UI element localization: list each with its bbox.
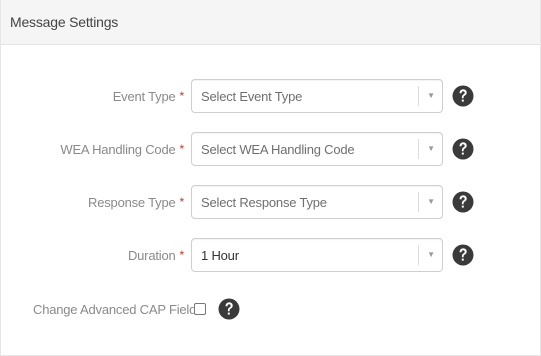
required-marker: *	[179, 195, 185, 209]
duration-row: Duration * 1 Hour ▼	[1, 238, 541, 272]
duration-label: Duration *	[128, 238, 184, 272]
event-type-label: Event Type *	[112, 79, 185, 113]
select-divider	[418, 139, 419, 159]
question-circle-icon[interactable]	[451, 83, 475, 109]
response-type-select-value: Select Response Type	[201, 194, 327, 210]
chevron-down-icon: ▼	[427, 250, 435, 259]
response-type-select[interactable]: Select Response Type ▼	[191, 185, 443, 219]
required-marker: *	[179, 142, 185, 156]
panel-title: Message Settings	[10, 14, 119, 30]
chevron-down-icon: ▼	[427, 144, 435, 153]
duration-select[interactable]: 1 Hour ▼	[191, 238, 443, 272]
select-divider	[418, 192, 419, 212]
advanced-cap-checkbox[interactable]	[194, 303, 206, 315]
event-type-select[interactable]: Select Event Type ▼	[191, 79, 443, 113]
question-circle-icon[interactable]	[451, 136, 475, 162]
event-type-label-text: Event Type	[112, 88, 176, 104]
response-type-row: Response Type * Select Response Type ▼	[1, 185, 541, 219]
chevron-down-icon: ▼	[427, 197, 435, 206]
select-divider	[418, 245, 419, 265]
required-marker: *	[179, 248, 185, 262]
event-type-select-value: Select Event Type	[201, 88, 303, 104]
select-divider	[418, 86, 419, 106]
message-settings-panel: Message Settings Event Type * Select Eve…	[0, 0, 541, 356]
response-type-label: Response Type *	[88, 185, 184, 219]
wea-handling-code-label-text: WEA Handling Code	[60, 141, 176, 157]
wea-handling-code-row: WEA Handling Code * Select WEA Handling …	[1, 132, 541, 166]
advanced-cap-row: Change Advanced CAP Fields	[1, 294, 541, 324]
required-marker: *	[179, 89, 185, 103]
question-circle-icon[interactable]	[451, 189, 475, 215]
response-type-label-text: Response Type	[88, 194, 176, 210]
question-circle-icon[interactable]	[451, 242, 475, 268]
chevron-down-icon: ▼	[427, 91, 435, 100]
question-circle-icon[interactable]	[217, 296, 241, 322]
wea-handling-code-select[interactable]: Select WEA Handling Code ▼	[191, 132, 443, 166]
wea-handling-code-label: WEA Handling Code *	[60, 132, 184, 166]
duration-select-value: 1 Hour	[201, 247, 239, 263]
duration-label-text: Duration	[127, 247, 176, 263]
wea-handling-code-select-value: Select WEA Handling Code	[201, 141, 355, 157]
panel-header: Message Settings	[1, 0, 540, 45]
advanced-cap-label: Change Advanced CAP Fields	[33, 301, 203, 317]
event-type-row: Event Type * Select Event Type ▼	[1, 79, 541, 113]
